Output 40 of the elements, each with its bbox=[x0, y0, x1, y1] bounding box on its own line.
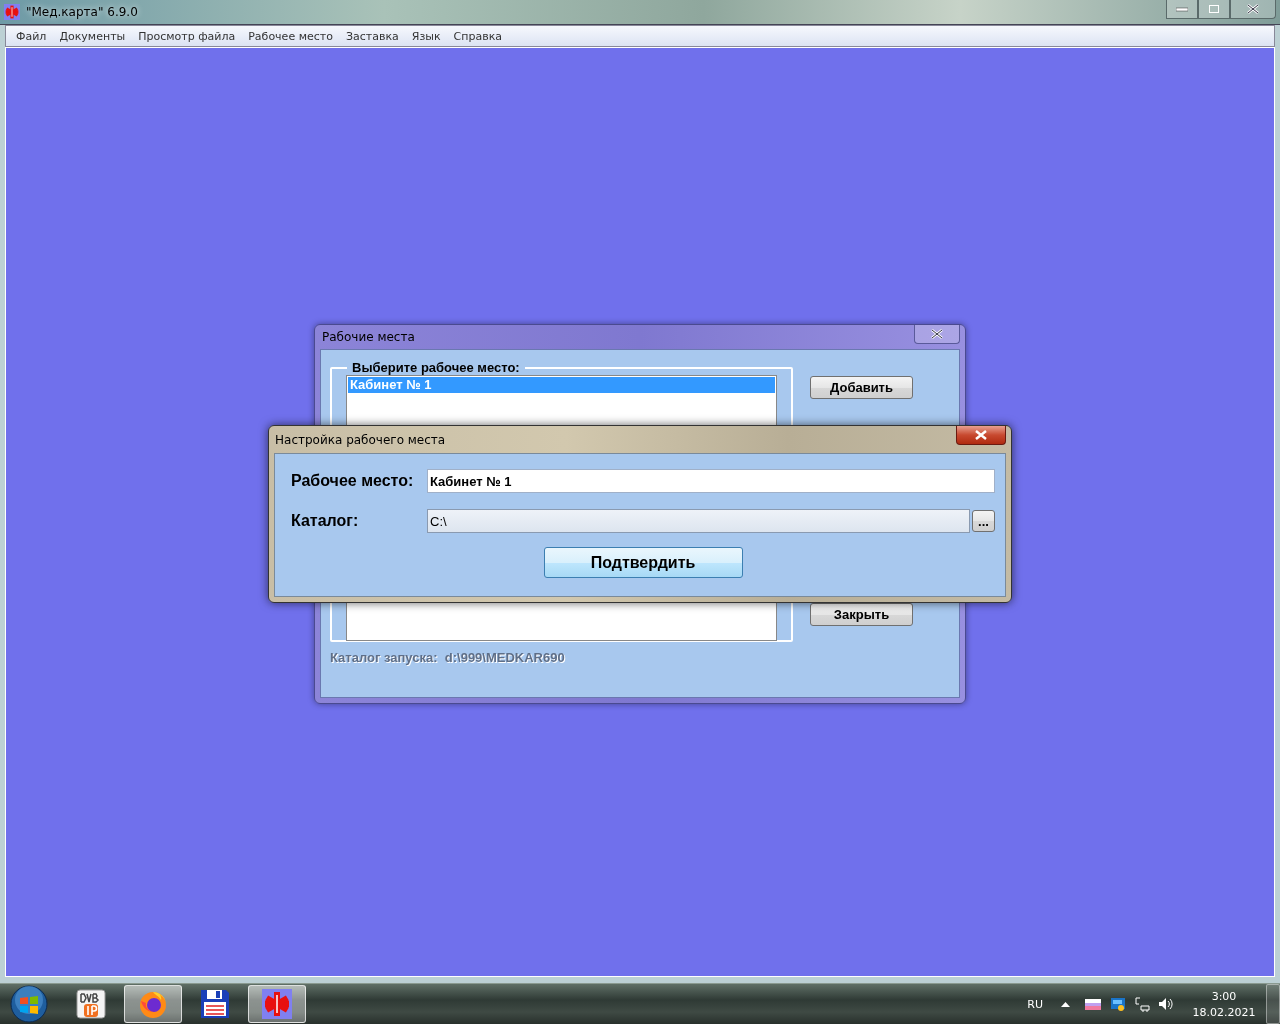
show-desktop-button[interactable] bbox=[1266, 984, 1280, 1024]
menu-item[interactable]: Рабочее место bbox=[242, 29, 340, 43]
close-icon bbox=[1247, 4, 1259, 14]
window-title: "Мед.карта" 6.9.0 bbox=[26, 5, 138, 19]
show-hidden-icons-icon[interactable] bbox=[1061, 1001, 1070, 1007]
dialog-title: Рабочие места bbox=[322, 330, 415, 344]
group-label: Выберите рабочее место: bbox=[351, 360, 521, 375]
workplace-name-field[interactable]: Кабинет № 1 bbox=[427, 469, 995, 493]
menu-item[interactable]: Файл bbox=[10, 29, 54, 43]
launch-directory-text: Каталог запуска: d:\999\MEDKAR690 bbox=[330, 650, 566, 665]
maximize-button[interactable] bbox=[1198, 0, 1230, 19]
field-label: Каталог: bbox=[291, 512, 360, 530]
menu-item[interactable]: Справка bbox=[447, 29, 510, 43]
close-button[interactable] bbox=[956, 425, 1006, 445]
close-icon bbox=[975, 429, 987, 440]
menu-item[interactable]: Язык bbox=[405, 29, 448, 43]
monitor-badge-icon[interactable] bbox=[1110, 996, 1126, 1012]
flag-icon[interactable] bbox=[1085, 998, 1101, 1010]
close-button[interactable]: Закрыть bbox=[810, 603, 913, 626]
maximize-icon bbox=[1209, 5, 1219, 13]
minimize-button[interactable] bbox=[1166, 0, 1198, 19]
add-button[interactable]: Добавить bbox=[810, 376, 913, 399]
language-indicator[interactable]: RU bbox=[1027, 997, 1043, 1011]
field-label: Рабочее место: bbox=[291, 472, 415, 490]
network-icon[interactable] bbox=[1134, 996, 1150, 1012]
browse-button[interactable]: ... bbox=[972, 510, 995, 532]
directory-field[interactable]: C:\ bbox=[427, 509, 970, 533]
confirm-button[interactable]: Подтвердить bbox=[543, 547, 743, 578]
dvb-icon[interactable] bbox=[76, 989, 106, 1019]
menu-item[interactable]: Заставка bbox=[339, 29, 406, 43]
speaker-icon[interactable] bbox=[1158, 997, 1174, 1011]
menu-item[interactable]: Просмотр файла bbox=[132, 29, 243, 43]
clock-date[interactable]: 18.02.2021 bbox=[1192, 1005, 1256, 1019]
start-button[interactable] bbox=[10, 985, 48, 1023]
clock-time[interactable]: 3:00 bbox=[1211, 989, 1237, 1003]
close-icon bbox=[931, 328, 943, 339]
close-button[interactable] bbox=[914, 324, 960, 344]
minimize-icon bbox=[1176, 6, 1188, 12]
menu-item[interactable]: Документы bbox=[53, 29, 133, 43]
dialog-title: Настройка рабочего места bbox=[275, 432, 446, 447]
